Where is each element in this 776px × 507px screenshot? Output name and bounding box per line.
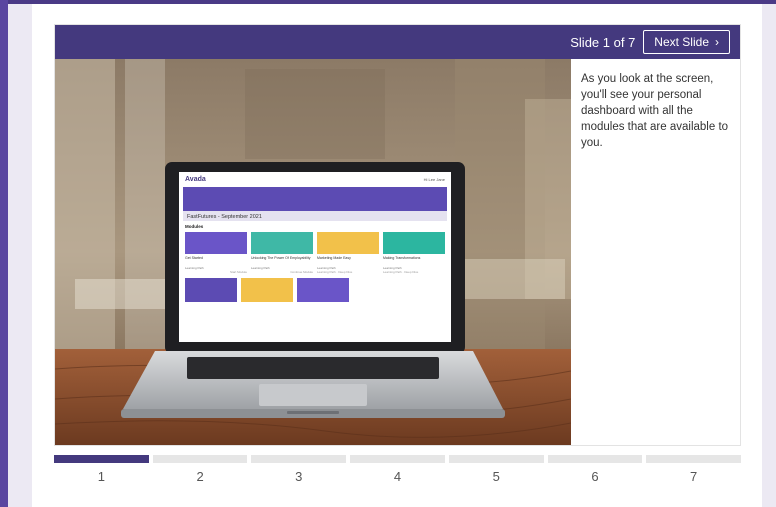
slide-number-6[interactable]: 6: [548, 469, 643, 484]
module-link: Learning Path · Deep Dive: [383, 270, 419, 274]
progress-segment-2[interactable]: [152, 455, 248, 463]
slide-image: Avada Hi Lee Jane FastFutures - Septembe…: [55, 59, 571, 445]
progress-segment-3[interactable]: [251, 455, 347, 463]
slide-number-7[interactable]: 7: [646, 469, 741, 484]
progress-segment-7[interactable]: [646, 455, 742, 463]
module-thumbnail: [317, 232, 379, 254]
module-title: Marketing Made Easy: [317, 256, 351, 260]
slide-number-1[interactable]: 1: [54, 469, 149, 484]
module-title: Get Started: [185, 256, 203, 260]
module-title: Unlocking The Power Of Employability: [251, 256, 311, 260]
slide-number-3[interactable]: 3: [251, 469, 346, 484]
screen-module-card: Get Started Learning Path Start Module: [185, 232, 247, 274]
screen-user-label: Hi Lee Jane: [423, 176, 445, 182]
laptop-screen: Avada Hi Lee Jane FastFutures - Septembe…: [179, 172, 451, 342]
progress-segment-5[interactable]: [448, 455, 544, 463]
module-thumbnail: [185, 278, 237, 302]
slide-number-row: 1234567: [54, 469, 741, 484]
module-thumbnail: [251, 232, 313, 254]
slide-viewer: Slide 1 of 7 Next Slide › Avada Hi Lee J…: [54, 24, 741, 446]
content-card: Slide 1 of 7 Next Slide › Avada Hi Lee J…: [32, 4, 762, 507]
next-slide-button[interactable]: Next Slide ›: [643, 30, 730, 54]
module-link: Continue Module: [290, 270, 313, 274]
module-thumbnail: [383, 232, 445, 254]
module-thumbnail: [297, 278, 349, 302]
slide-counter: Slide 1 of 7: [570, 34, 636, 50]
slide-caption: As you look at the screen, you'll see yo…: [581, 73, 729, 149]
slide-number-4[interactable]: 4: [350, 469, 445, 484]
module-link: Learning Path · Deep Dive: [317, 270, 353, 274]
screen-banner: FastFutures - September 2021: [183, 187, 447, 221]
progress-segment-1[interactable]: [54, 455, 149, 463]
screen-section-label: Modules: [185, 224, 204, 229]
module-thumbnail: [185, 232, 247, 254]
chevron-right-icon: ›: [715, 35, 719, 49]
slide-number-5[interactable]: 5: [449, 469, 544, 484]
screen-banner-title: FastFutures - September 2021: [187, 214, 262, 220]
module-link: Start Module: [229, 270, 247, 274]
module-thumbnail: [241, 278, 293, 302]
progress-segment-6[interactable]: [547, 455, 643, 463]
screen-module-card: Unlocking The Power Of Employability Lea…: [251, 232, 313, 274]
left-rail: [0, 0, 8, 507]
slide-number-2[interactable]: 2: [153, 469, 248, 484]
screen-logo: Avada: [185, 175, 206, 183]
next-slide-label: Next Slide: [654, 35, 709, 49]
slide-progress-bar: [54, 455, 742, 463]
progress-segment-4[interactable]: [350, 455, 445, 463]
module-title: Making Transformations: [383, 256, 421, 260]
screen-module-card: Making Transformations Learning Path Lea…: [383, 232, 445, 274]
screen-module-card: Marketing Made Easy Learning Path Learni…: [317, 232, 379, 274]
slide-header: Slide 1 of 7 Next Slide ›: [55, 25, 740, 59]
